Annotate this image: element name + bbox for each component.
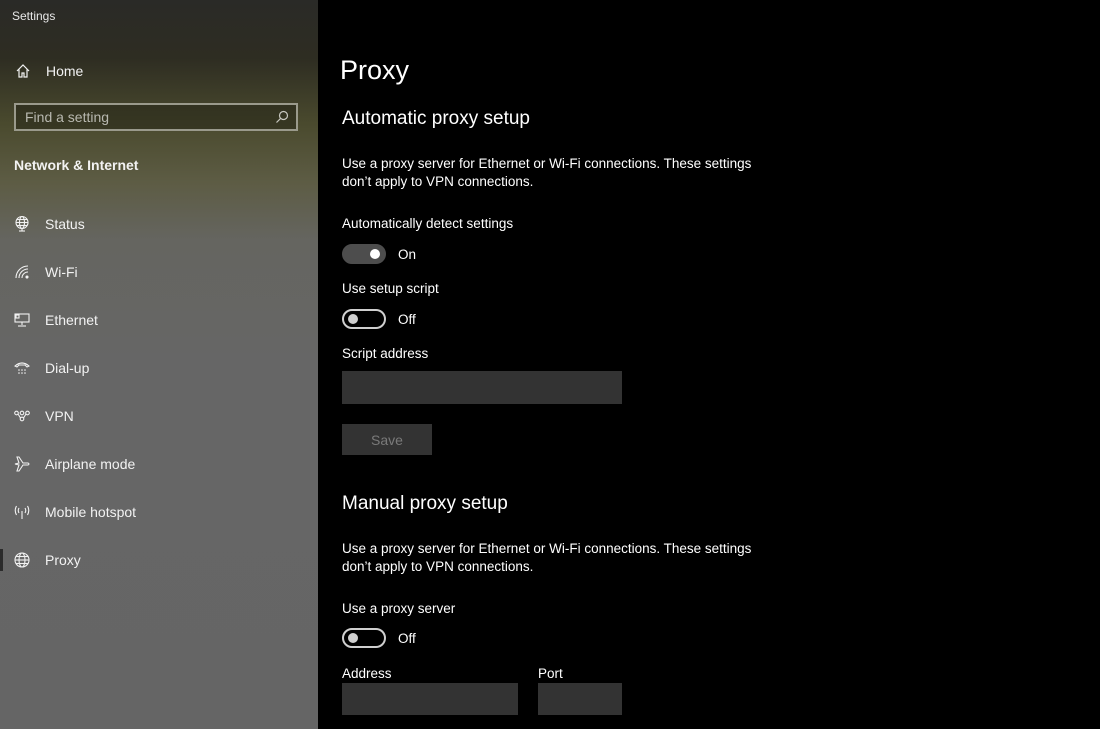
save-button[interactable]: Save <box>342 424 432 455</box>
use-proxy-state: Off <box>398 630 416 646</box>
toggle-knob <box>348 633 358 643</box>
sidebar-item-label: Ethernet <box>45 312 98 328</box>
use-proxy-row: Off <box>342 628 416 648</box>
proxy-address-label: Address <box>342 666 392 681</box>
automatic-proxy-heading: Automatic proxy setup <box>342 108 530 129</box>
search-icon[interactable] <box>274 109 290 125</box>
sidebar-item-label: Mobile hotspot <box>45 504 137 520</box>
dialup-icon <box>13 359 31 377</box>
sidebar-item-label: Dial-up <box>45 360 90 376</box>
sidebar: Settings Home Network & Internet Status … <box>0 0 318 729</box>
sidebar-item-label: VPN <box>45 408 74 424</box>
setup-script-state: Off <box>398 311 416 327</box>
detect-settings-row: On <box>342 244 416 264</box>
use-proxy-toggle[interactable] <box>342 628 386 648</box>
sidebar-item-airplane-mode[interactable]: Airplane mode <box>0 440 318 488</box>
sidebar-item-wifi[interactable]: Wi-Fi <box>0 248 318 296</box>
page-title: Proxy <box>340 55 410 85</box>
sidebar-item-label: Airplane mode <box>45 456 136 472</box>
detect-settings-state: On <box>398 246 417 262</box>
script-address-input[interactable] <box>342 371 622 404</box>
setup-script-label: Use setup script <box>342 281 439 296</box>
script-address-label: Script address <box>342 346 429 361</box>
detect-settings-label: Automatically detect settings <box>342 216 514 231</box>
sidebar-item-vpn[interactable]: VPN <box>0 392 318 440</box>
toggle-knob <box>370 249 380 259</box>
sidebar-item-ethernet[interactable]: Ethernet <box>0 296 318 344</box>
sidebar-item-dialup[interactable]: Dial-up <box>0 344 318 392</box>
automatic-proxy-description: Use a proxy server for Ethernet or Wi-Fi… <box>342 156 752 189</box>
sidebar-nav: Status Wi-Fi Ethernet Dial-up VPN Airpla… <box>0 200 318 584</box>
proxy-port-label: Port <box>538 666 563 681</box>
status-globe-icon <box>13 215 31 233</box>
setup-script-toggle[interactable] <box>342 309 386 329</box>
toggle-knob <box>348 314 358 324</box>
home-label: Home <box>46 63 84 79</box>
globe-icon <box>13 551 31 569</box>
setup-script-row: Off <box>342 309 416 329</box>
home-link[interactable]: Home <box>14 62 83 80</box>
search-box[interactable] <box>14 103 298 131</box>
use-proxy-label: Use a proxy server <box>342 601 456 616</box>
vpn-icon <box>13 407 31 425</box>
detect-settings-toggle[interactable] <box>342 244 386 264</box>
hotspot-icon <box>13 503 31 521</box>
sidebar-item-label: Proxy <box>45 552 81 568</box>
main-content: Proxy Automatic proxy setup Use a proxy … <box>318 0 1100 729</box>
airplane-icon <box>13 455 31 473</box>
sidebar-item-proxy[interactable]: Proxy <box>0 536 318 584</box>
sidebar-item-label: Wi-Fi <box>45 264 78 280</box>
proxy-port-input[interactable] <box>538 683 622 715</box>
sidebar-item-mobile-hotspot[interactable]: Mobile hotspot <box>0 488 318 536</box>
proxy-address-input[interactable] <box>342 683 518 715</box>
manual-proxy-heading: Manual proxy setup <box>342 493 508 514</box>
sidebar-item-status[interactable]: Status <box>0 200 318 248</box>
app-title: Settings <box>12 9 56 23</box>
section-title: Network & Internet <box>14 157 139 173</box>
home-icon <box>14 62 32 80</box>
ethernet-icon <box>13 311 31 329</box>
wifi-icon <box>13 263 31 281</box>
sidebar-item-label: Status <box>45 216 85 232</box>
manual-proxy-description: Use a proxy server for Ethernet or Wi-Fi… <box>342 541 752 574</box>
search-input[interactable] <box>16 108 274 126</box>
